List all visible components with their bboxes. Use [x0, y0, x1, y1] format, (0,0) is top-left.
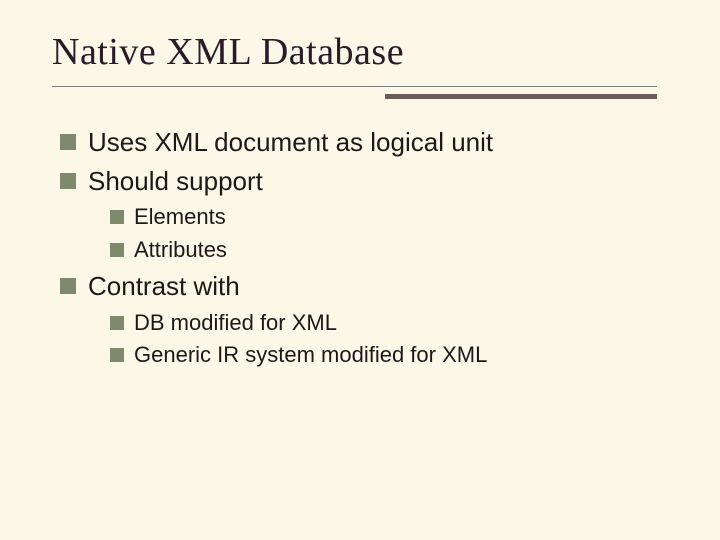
list-item: Should support [60, 165, 660, 198]
list-item: Attributes [110, 236, 660, 265]
title-underline-thin [52, 86, 657, 87]
list-item: Contrast with [60, 270, 660, 303]
square-bullet-icon [110, 316, 124, 330]
list-item-text: Uses XML document as logical unit [88, 126, 660, 159]
square-bullet-icon [60, 278, 76, 294]
list-item: Uses XML document as logical unit [60, 126, 660, 159]
list-item-text: Should support [88, 165, 660, 198]
list-item: Generic IR system modified for XML [110, 341, 660, 370]
list-item-text: Elements [134, 203, 660, 232]
list-item: Elements [110, 203, 660, 232]
list-item-text: Attributes [134, 236, 660, 265]
list-item-text: DB modified for XML [134, 309, 660, 338]
slide-content: Uses XML document as logical unit Should… [60, 120, 660, 374]
list-item-text: Generic IR system modified for XML [134, 341, 660, 370]
square-bullet-icon [110, 348, 124, 362]
title-underline-thick [385, 94, 657, 99]
list-item-text: Contrast with [88, 270, 660, 303]
slide-title: Native XML Database [52, 30, 404, 74]
square-bullet-icon [110, 243, 124, 257]
list-item: DB modified for XML [110, 309, 660, 338]
square-bullet-icon [60, 173, 76, 189]
slide: Native XML Database Uses XML document as… [0, 0, 720, 540]
square-bullet-icon [60, 134, 76, 150]
square-bullet-icon [110, 210, 124, 224]
